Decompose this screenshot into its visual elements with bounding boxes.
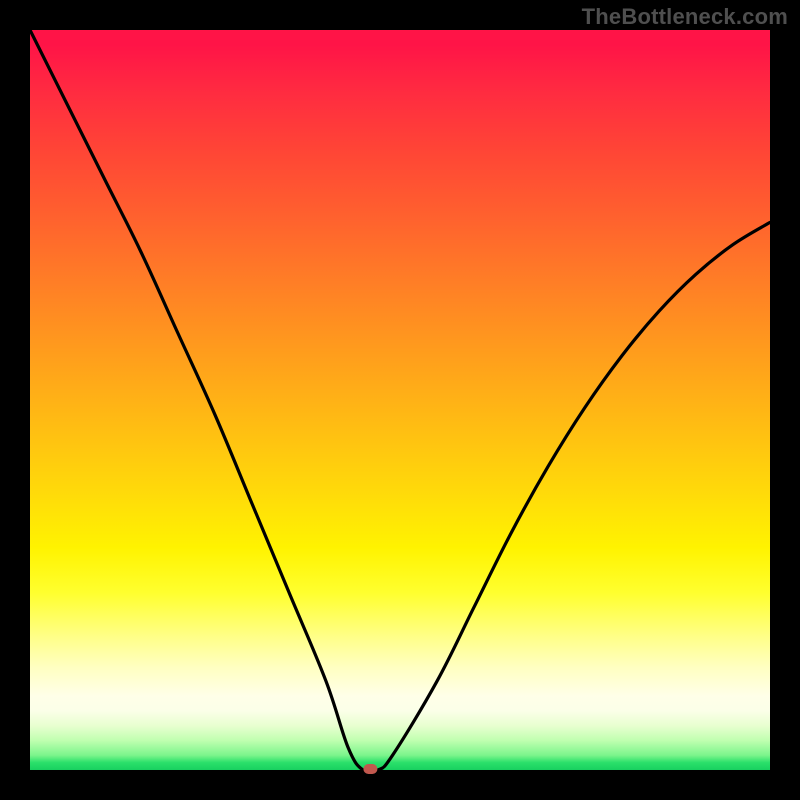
chart-frame: TheBottleneck.com (0, 0, 800, 800)
optimum-marker (363, 764, 377, 774)
watermark-text: TheBottleneck.com (582, 4, 788, 30)
plot-area (30, 30, 770, 770)
bottleneck-curve-path (30, 30, 770, 773)
bottleneck-curve-svg (30, 30, 770, 770)
